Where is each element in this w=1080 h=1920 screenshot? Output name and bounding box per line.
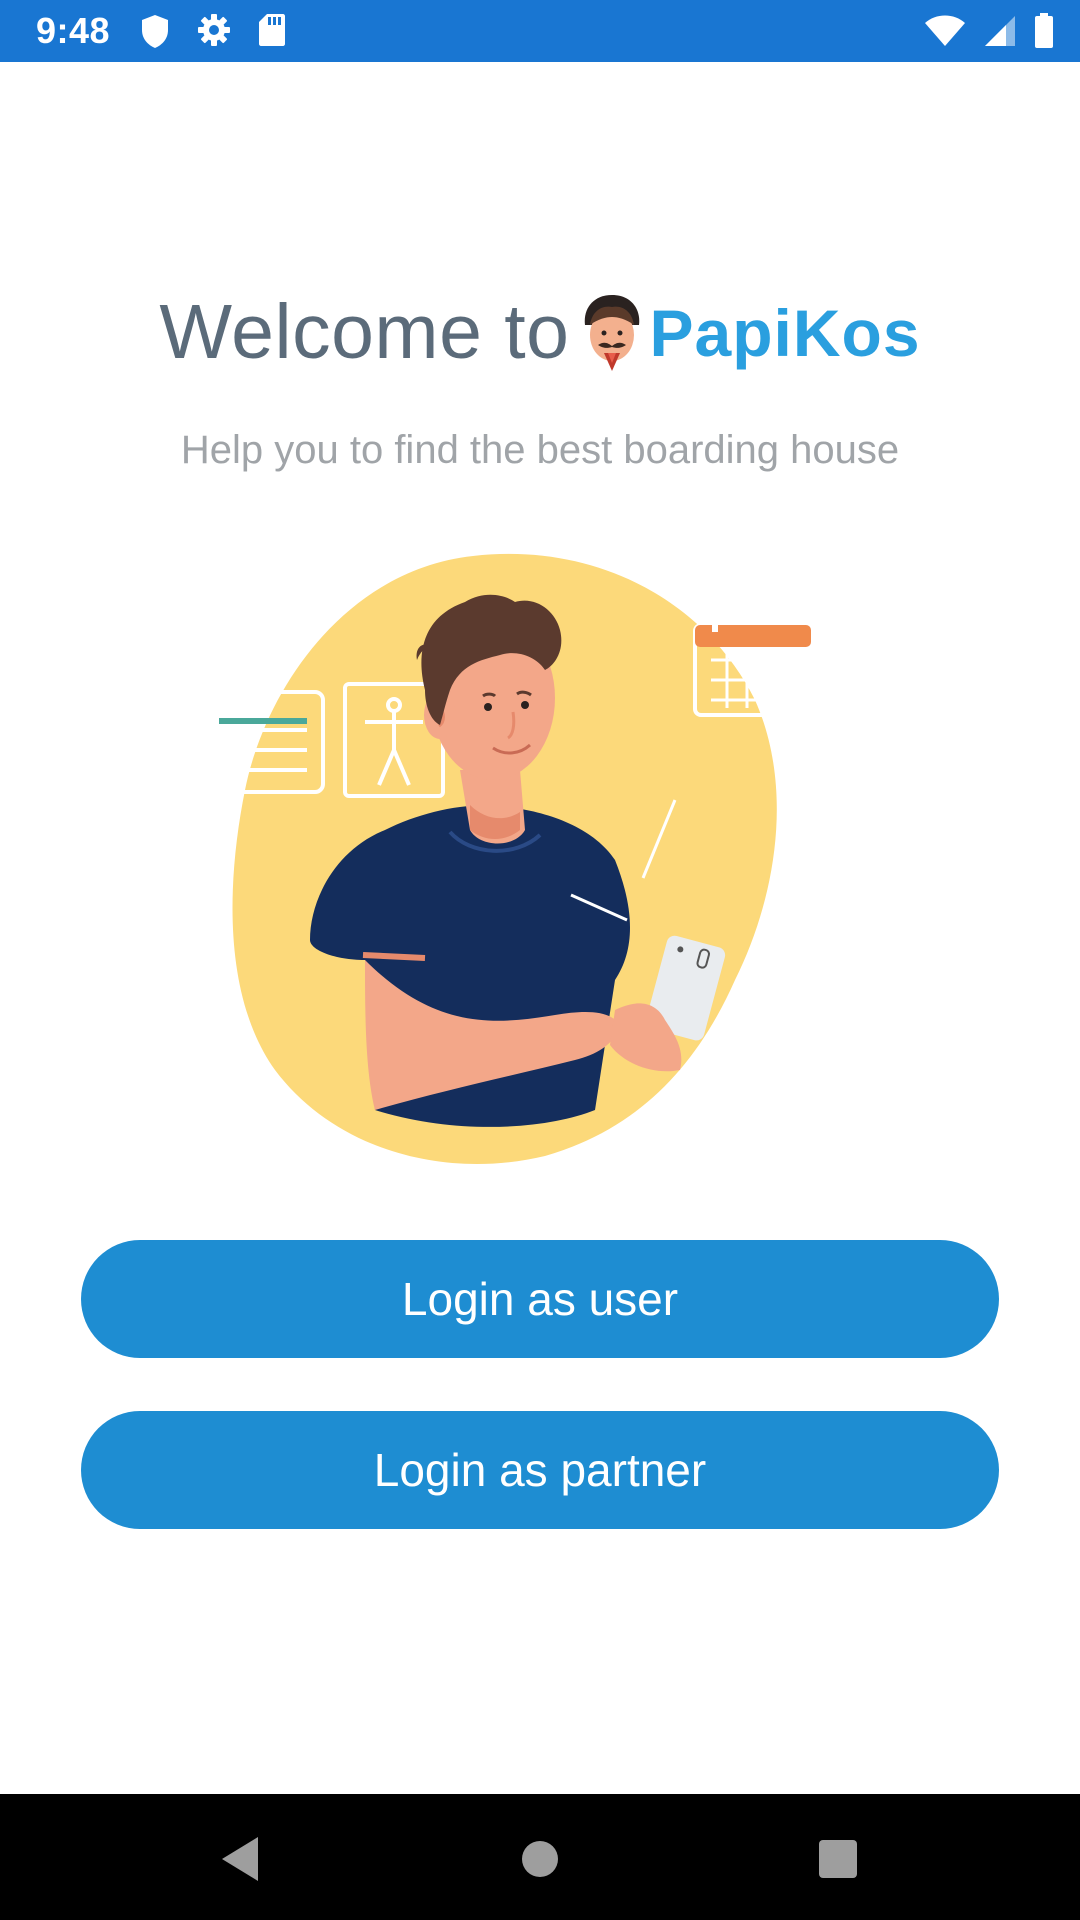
welcome-text: Welcome to	[159, 289, 570, 375]
shield-icon	[140, 13, 170, 49]
back-icon[interactable]	[200, 1819, 280, 1899]
status-left-icons	[140, 13, 286, 49]
welcome-title: Welcome to PapiKos	[0, 288, 1080, 377]
subtitle: Help you to find the best boarding house	[180, 428, 900, 472]
brand-name: PapiKos	[649, 295, 921, 370]
navigation-bar	[0, 1794, 1080, 1920]
sd-card-icon	[258, 13, 286, 49]
recents-icon[interactable]	[798, 1819, 878, 1899]
login-as-partner-button[interactable]: Login as partner	[81, 1411, 999, 1529]
mascot-logo-icon	[578, 291, 646, 375]
status-time: 9:48	[36, 10, 111, 51]
hero-illustration	[215, 530, 865, 1180]
battery-icon	[1034, 13, 1054, 49]
gear-icon	[197, 13, 231, 49]
home-icon[interactable]	[500, 1819, 580, 1899]
status-bar: 9:48	[0, 0, 1080, 62]
cell-signal-icon	[984, 15, 1016, 47]
wifi-icon	[924, 15, 966, 47]
login-as-user-button[interactable]: Login as user	[81, 1240, 999, 1358]
status-right-icons	[924, 13, 1054, 49]
